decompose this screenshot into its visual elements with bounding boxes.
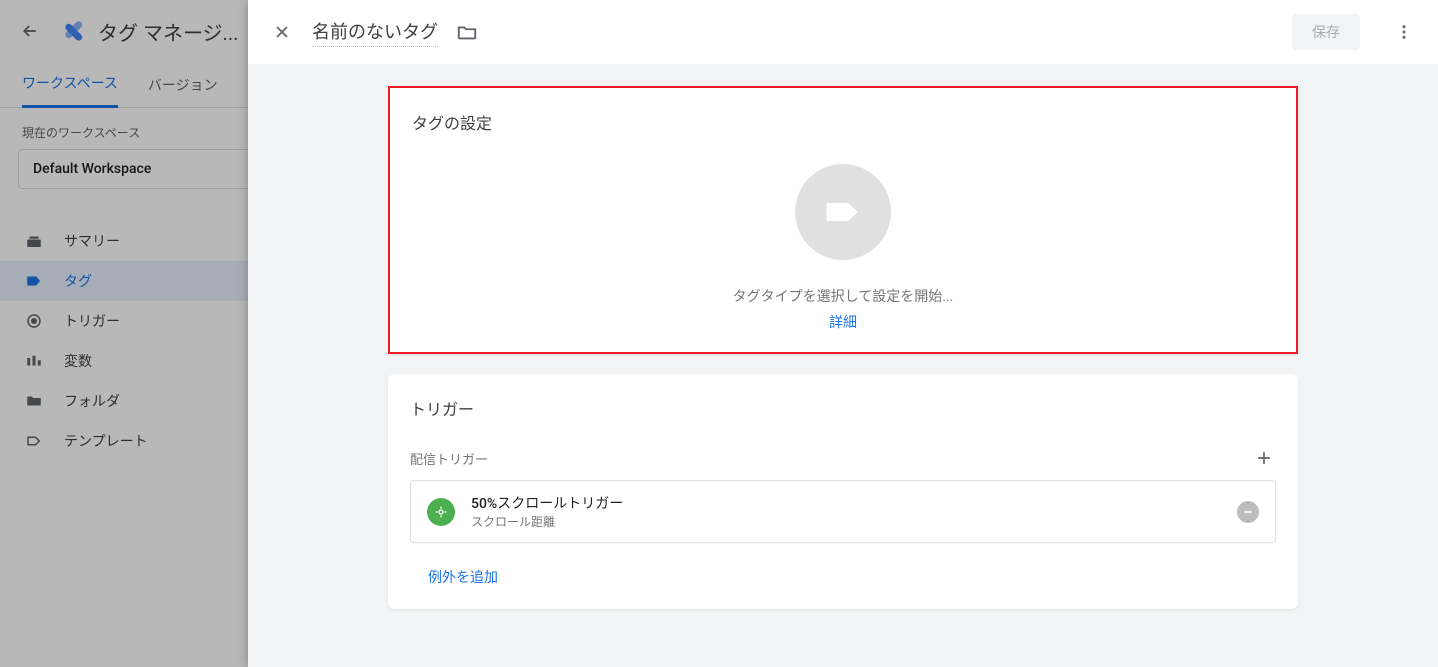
save-button[interactable]: 保存 bbox=[1292, 14, 1360, 50]
close-button[interactable] bbox=[270, 20, 294, 44]
tag-config-detail-link[interactable]: 詳細 bbox=[829, 312, 857, 332]
folder-icon[interactable] bbox=[456, 21, 478, 43]
tag-editor-panel: 名前のないタグ 保存 タグの設定 タグタイプを選択して設定を開始... 詳細 ト… bbox=[248, 0, 1438, 667]
trigger-name: 50%スクロールトリガー bbox=[471, 493, 1221, 513]
trigger-card: トリガー 配信トリガー 50%スクロールトリガー スクロール距離 bbox=[388, 374, 1298, 609]
tag-config-card[interactable]: タグの設定 タグタイプを選択して設定を開始... 詳細 bbox=[388, 86, 1298, 354]
remove-trigger-button[interactable] bbox=[1237, 501, 1259, 523]
more-menu-button[interactable] bbox=[1392, 20, 1416, 44]
trigger-heading: トリガー bbox=[410, 396, 1276, 420]
add-exception-link[interactable]: 例外を追加 bbox=[428, 567, 1276, 587]
trigger-row[interactable]: 50%スクロールトリガー スクロール距離 bbox=[410, 480, 1276, 543]
trigger-type: スクロール距離 bbox=[471, 513, 1221, 530]
add-trigger-button[interactable] bbox=[1252, 446, 1276, 470]
trigger-sub-label: 配信トリガー bbox=[410, 449, 488, 468]
tag-name-input[interactable]: 名前のないタグ bbox=[312, 18, 438, 47]
tag-config-prompt: タグタイプを選択して設定を開始... bbox=[733, 286, 954, 306]
scroll-trigger-icon bbox=[427, 498, 455, 526]
tag-placeholder-icon bbox=[795, 164, 891, 260]
tag-config-heading: タグの設定 bbox=[390, 88, 1296, 134]
